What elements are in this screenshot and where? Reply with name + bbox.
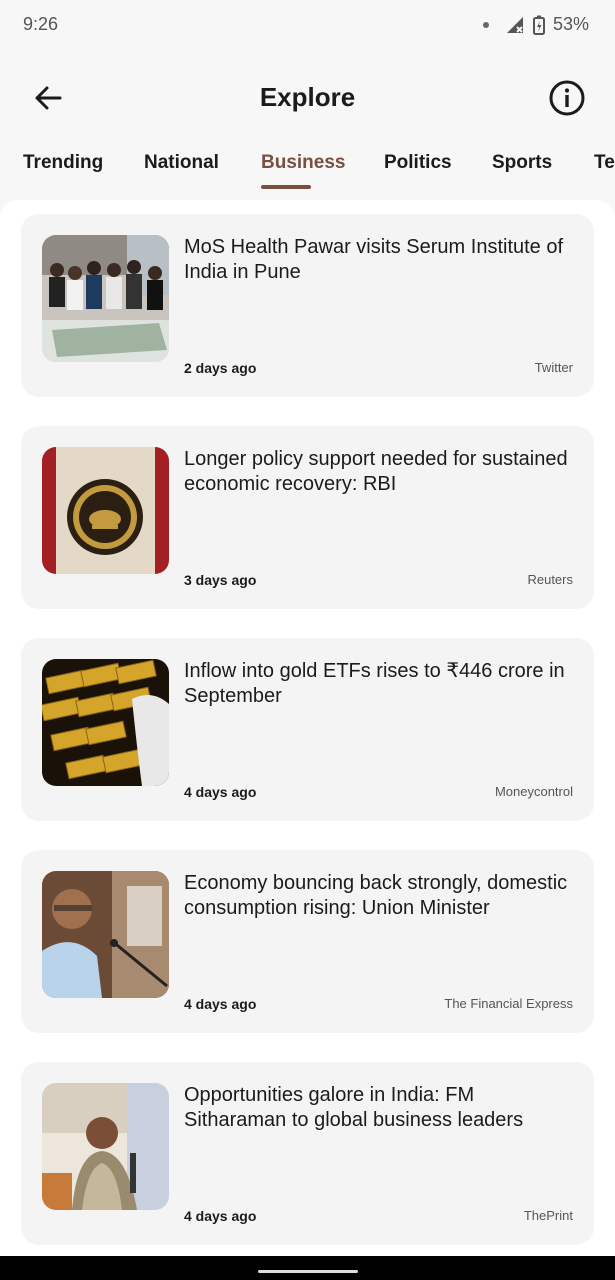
article-headline: Economy bouncing back strongly, domestic… xyxy=(184,872,568,919)
article-headline: Longer policy support needed for sustain… xyxy=(184,448,568,495)
article-source: ThePrint xyxy=(523,1208,573,1223)
article-card[interactable]: Opportunities galore in India: FM Sithar… xyxy=(21,1062,594,1245)
info-icon xyxy=(549,80,585,116)
tab-trending[interactable]: Trending xyxy=(23,152,103,174)
article-card[interactable]: Inflow into gold ETFs rises to ₹446 cror… xyxy=(21,638,594,821)
article-thumbnail xyxy=(42,659,169,786)
article-card[interactable]: Longer policy support needed for sustain… xyxy=(21,426,594,609)
tab-business[interactable]: Business xyxy=(261,152,345,174)
home-gesture-handle[interactable] xyxy=(258,1270,358,1273)
article-card[interactable]: MoS Health Pawar visits Serum Institute … xyxy=(21,214,594,397)
signal-icon xyxy=(506,16,523,33)
status-bar: 9:26 53% xyxy=(0,0,615,52)
tab-partial[interactable]: Te xyxy=(594,152,615,174)
article-headline: Opportunities galore in India: FM Sithar… xyxy=(184,1084,524,1131)
article-thumbnail xyxy=(42,871,169,998)
article-headline: Inflow into gold ETFs rises to ₹446 cror… xyxy=(184,660,565,707)
app-bar: Explore xyxy=(0,52,615,142)
article-thumbnail xyxy=(42,1083,169,1210)
notification-dot-icon xyxy=(482,21,489,28)
info-button[interactable] xyxy=(547,78,587,118)
tab-sports[interactable]: Sports xyxy=(492,152,552,174)
status-icons: 53% xyxy=(482,14,589,35)
system-nav-bar xyxy=(0,1256,615,1280)
tab-national[interactable]: National xyxy=(144,152,219,174)
status-time: 9:26 xyxy=(23,14,59,34)
page-title: Explore xyxy=(259,82,356,112)
article-time: 3 days ago xyxy=(184,572,257,588)
article-list: MoS Health Pawar visits Serum Institute … xyxy=(0,200,615,1256)
battery-percent: 53% xyxy=(552,14,589,34)
tab-indicator xyxy=(261,185,311,189)
article-time: 4 days ago xyxy=(184,784,257,800)
article-time: 2 days ago xyxy=(184,360,257,376)
article-source: The Financial Express xyxy=(444,996,573,1011)
tab-politics[interactable]: Politics xyxy=(384,152,452,174)
category-tabs: Trending National Business Politics Spor… xyxy=(0,142,615,194)
article-time: 4 days ago xyxy=(184,1208,257,1224)
article-headline: MoS Health Pawar visits Serum Institute … xyxy=(184,236,564,283)
battery-icon xyxy=(532,15,545,35)
article-card[interactable]: Economy bouncing back strongly, domestic… xyxy=(21,850,594,1033)
article-thumbnail xyxy=(42,447,169,574)
article-source: Moneycontrol xyxy=(494,784,573,799)
article-thumbnail xyxy=(42,235,169,362)
article-source: Twitter xyxy=(534,360,573,375)
article-source: Reuters xyxy=(527,572,573,587)
article-time: 4 days ago xyxy=(184,996,257,1012)
